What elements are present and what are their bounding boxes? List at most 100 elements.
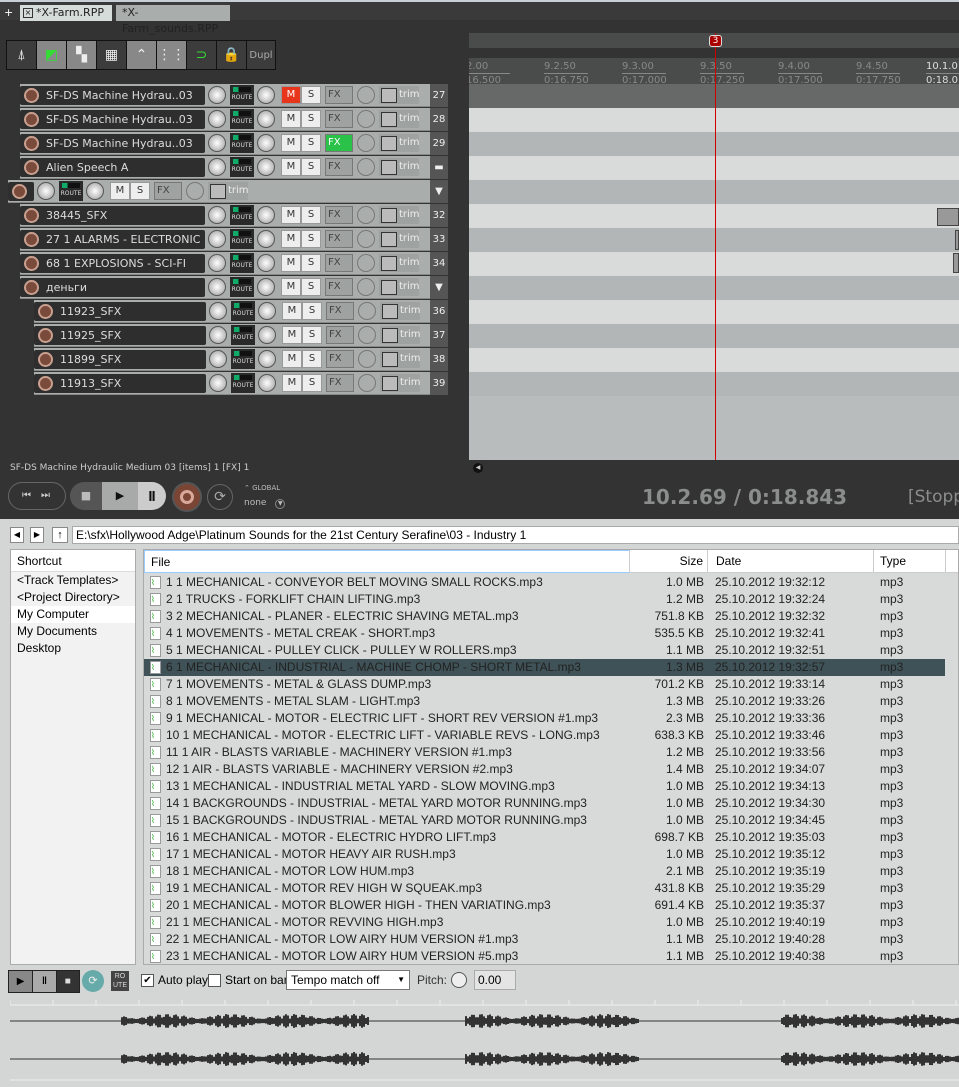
automation-trim-button[interactable]: trim: [208, 182, 249, 200]
track-lane[interactable]: [469, 84, 959, 108]
route-button[interactable]: ROUTE: [230, 229, 254, 249]
mute-button[interactable]: M: [110, 182, 130, 200]
solo-button[interactable]: S: [302, 350, 322, 368]
track-number[interactable]: 39: [430, 372, 448, 395]
global-automation-mode[interactable]: none ▼: [244, 498, 286, 509]
envelope-points-icon[interactable]: ⌃: [127, 41, 157, 69]
shortcut-item[interactable]: <Track Templates>: [11, 572, 135, 589]
file-row[interactable]: ⌇ 4 1 MOVEMENTS - METAL CREAK - SHORT.mp3…: [144, 625, 944, 642]
go-to-start-button[interactable]: ⏮: [22, 490, 41, 501]
shortcut-item[interactable]: <Project Directory>: [11, 589, 135, 606]
phase-icon[interactable]: [358, 350, 376, 368]
fx-button[interactable]: FX: [325, 278, 353, 296]
waveform-preview[interactable]: [10, 1000, 959, 1086]
file-row[interactable]: ⌇ 7 1 MOVEMENTS - METAL & GLASS DUMP.mp3 7…: [144, 676, 944, 693]
item-grouping-icon[interactable]: ▚: [67, 41, 97, 69]
automation-trim-button[interactable]: trim: [379, 254, 420, 272]
pan-knob[interactable]: [257, 206, 275, 224]
fx-button[interactable]: FX: [326, 302, 354, 320]
solo-button[interactable]: S: [301, 86, 321, 104]
track-name[interactable]: SF-DS Machine Hydrau..03: [20, 109, 205, 129]
automation-trim-button[interactable]: trim: [379, 230, 420, 248]
track-lane[interactable]: [469, 108, 959, 132]
volume-knob[interactable]: [208, 86, 226, 104]
track-number[interactable]: 37: [430, 324, 448, 347]
file-row[interactable]: ⌇ 2 1 TRUCKS - FORKLIFT CHAIN LIFTING.mp3…: [144, 591, 944, 608]
media-item[interactable]: [953, 253, 959, 273]
fx-button[interactable]: FX: [325, 86, 353, 104]
pan-knob[interactable]: [258, 302, 276, 320]
file-row[interactable]: ⌇ 18 1 MECHANICAL - MOTOR LOW HUM.mp3 2.1 …: [144, 863, 944, 880]
preview-pause-button[interactable]: ǁ: [32, 971, 56, 992]
solo-button[interactable]: S: [301, 206, 321, 224]
volume-knob[interactable]: [208, 158, 226, 176]
pan-knob[interactable]: [257, 86, 275, 104]
mute-button[interactable]: M: [281, 110, 301, 128]
solo-button[interactable]: S: [302, 326, 322, 344]
track-row[interactable]: SF-DS Machine Hydrau..03 ROUTE MS FX trim: [20, 84, 430, 107]
track-name[interactable]: 68 1 EXPLOSIONS - SCI-FI: [20, 253, 205, 273]
duplicate-button[interactable]: Dupl: [247, 41, 275, 69]
track-lane[interactable]: [469, 204, 959, 228]
automation-trim-button[interactable]: trim: [379, 110, 420, 128]
volume-knob[interactable]: [208, 110, 226, 128]
track-name[interactable]: Alien Speech A: [20, 157, 205, 177]
metronome-icon[interactable]: ⍋: [7, 41, 37, 69]
route-button[interactable]: ROUTE: [59, 181, 83, 201]
pan-knob[interactable]: [86, 182, 104, 200]
volume-knob[interactable]: [208, 278, 226, 296]
pan-knob[interactable]: [258, 326, 276, 344]
mute-button[interactable]: M: [282, 302, 302, 320]
track-lane[interactable]: [469, 372, 959, 396]
fx-button[interactable]: FX: [325, 110, 353, 128]
mute-button[interactable]: M: [281, 230, 301, 248]
volume-knob[interactable]: [208, 206, 226, 224]
record-arm-icon[interactable]: [24, 87, 39, 103]
track-name[interactable]: деньги: [20, 277, 205, 297]
route-button[interactable]: ROUTE: [230, 133, 254, 153]
track-lane[interactable]: [469, 348, 959, 372]
record-arm-icon[interactable]: [24, 135, 39, 151]
volume-knob[interactable]: [209, 302, 227, 320]
preview-stop-button[interactable]: ■: [55, 971, 79, 992]
track-lane[interactable]: [469, 276, 959, 300]
mute-button[interactable]: M: [282, 350, 302, 368]
fx-button[interactable]: FX: [326, 374, 354, 392]
fx-button[interactable]: FX: [325, 230, 353, 248]
track-row[interactable]: 27 1 ALARMS - ELECTRONIC ROUTE MS FX trim: [20, 228, 430, 251]
tempo-match-dropdown[interactable]: Tempo match off ▼: [286, 970, 410, 990]
automation-trim-button[interactable]: trim: [379, 134, 420, 152]
fx-button[interactable]: FX: [325, 134, 353, 152]
track-lane[interactable]: [469, 180, 959, 204]
media-item[interactable]: [955, 230, 959, 250]
shortcut-item[interactable]: My Computer: [11, 606, 135, 623]
track-row[interactable]: SF-DS Machine Hydrau..03 ROUTE MS FX trim: [20, 132, 430, 155]
autoplay-checkbox[interactable]: ✔: [141, 974, 154, 987]
preview-play-button[interactable]: ▶: [9, 971, 33, 992]
solo-button[interactable]: S: [301, 254, 321, 272]
file-row[interactable]: ⌇ 15 1 BACKGROUNDS - INDUSTRIAL - METAL Y…: [144, 812, 944, 829]
track-name[interactable]: SF-DS Machine Hydrau..03: [20, 85, 205, 105]
phase-icon[interactable]: [357, 158, 375, 176]
file-row[interactable]: ⌇ 17 1 MECHANICAL - MOTOR HEAVY AIR RUSH.…: [144, 846, 944, 863]
route-button[interactable]: ROUTE: [230, 277, 254, 297]
mute-button[interactable]: M: [281, 206, 301, 224]
solo-button[interactable]: S: [301, 158, 321, 176]
route-button[interactable]: ROUTE: [230, 109, 254, 129]
track-number[interactable]: 32: [430, 204, 448, 227]
back-button[interactable]: ◀: [10, 527, 24, 543]
repeat-button[interactable]: ⟳: [207, 484, 233, 510]
track-row[interactable]: SF-DS Machine Hydrau..03 ROUTE MS FX trim: [20, 108, 430, 131]
fx-button[interactable]: FX: [326, 326, 354, 344]
track-lane[interactable]: [469, 132, 959, 156]
automation-trim-button[interactable]: trim: [379, 206, 420, 224]
record-arm-icon[interactable]: [12, 183, 27, 199]
volume-knob[interactable]: [209, 326, 227, 344]
phase-icon[interactable]: [357, 278, 375, 296]
pitch-knob[interactable]: [451, 972, 467, 988]
automation-trim-button[interactable]: trim: [380, 350, 421, 368]
track-name[interactable]: SF-DS Machine Hydrau..03: [20, 133, 205, 153]
column-date[interactable]: Date: [710, 550, 874, 573]
track-name[interactable]: 11899_SFX: [34, 349, 206, 369]
close-icon[interactable]: ×: [23, 8, 33, 18]
